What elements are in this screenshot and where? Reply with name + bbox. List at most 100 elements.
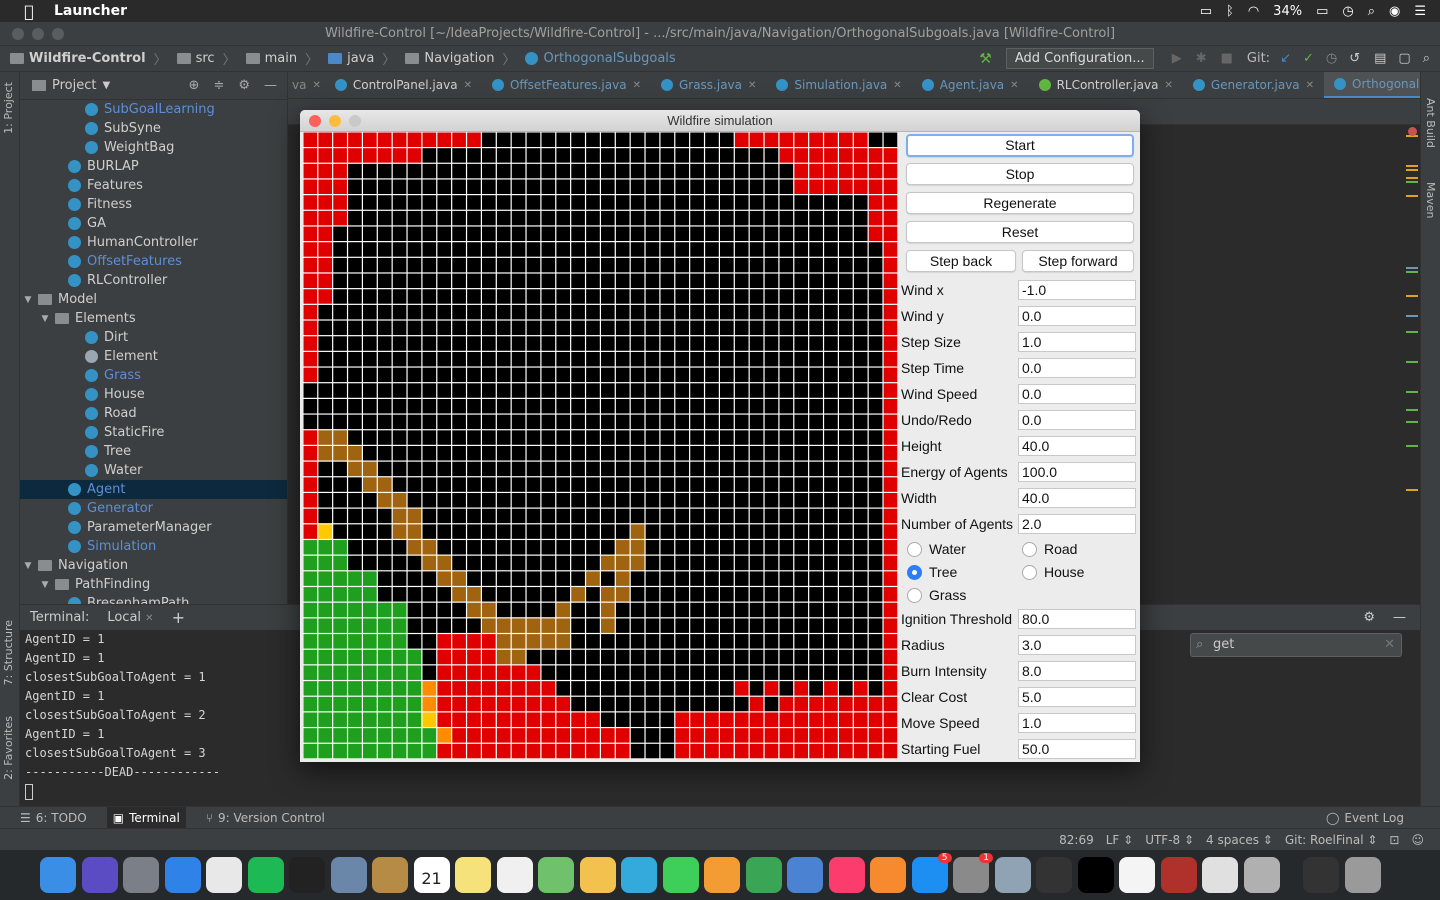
grid-cell[interactable] <box>868 461 883 477</box>
grid-cell[interactable] <box>868 728 883 743</box>
grid-cell[interactable] <box>541 179 556 195</box>
editor-tab[interactable]: Generator.java ✕ <box>1183 72 1324 98</box>
grid-cell[interactable] <box>482 712 496 727</box>
grid-cell[interactable] <box>690 508 704 524</box>
grid-cell[interactable] <box>318 210 333 226</box>
grid-cell[interactable] <box>407 524 422 539</box>
grid-cell[interactable] <box>764 540 779 555</box>
grid-cell[interactable] <box>734 587 749 602</box>
grid-cell[interactable] <box>839 696 853 712</box>
grid-cell[interactable] <box>586 414 600 430</box>
tree-item[interactable]: Features <box>20 176 287 195</box>
grid-cell[interactable] <box>675 226 690 242</box>
grid-cell[interactable] <box>720 242 734 257</box>
grid-cell[interactable] <box>571 430 585 445</box>
grid-cell[interactable] <box>422 195 437 210</box>
grid-cell[interactable] <box>675 336 690 351</box>
grid-cell[interactable] <box>467 587 481 602</box>
grid-cell[interactable] <box>720 665 734 680</box>
grid-cell[interactable] <box>586 367 600 383</box>
grid-cell[interactable] <box>645 351 660 367</box>
grid-cell[interactable] <box>452 681 466 696</box>
grid-cell[interactable] <box>392 508 407 524</box>
grid-cell[interactable] <box>883 681 898 696</box>
grid-cell[interactable] <box>675 571 690 586</box>
grid-cell[interactable] <box>571 163 585 179</box>
grid-cell[interactable] <box>734 477 749 492</box>
grid-cell[interactable] <box>645 493 660 508</box>
grid-cell[interactable] <box>392 414 407 430</box>
grid-cell[interactable] <box>452 696 466 712</box>
grid-cell[interactable] <box>556 743 571 759</box>
grid-cell[interactable] <box>749 618 764 633</box>
grid-cell[interactable] <box>467 398 481 414</box>
close-window-button[interactable] <box>309 115 321 127</box>
grid-cell[interactable] <box>645 743 660 759</box>
grid-cell[interactable] <box>392 524 407 539</box>
grid-cell[interactable] <box>615 696 630 712</box>
grid-cell[interactable] <box>407 634 422 649</box>
grid-cell[interactable] <box>571 524 585 539</box>
grid-cell[interactable] <box>467 242 481 257</box>
grid-cell[interactable] <box>853 681 868 696</box>
grid-cell[interactable] <box>467 304 481 320</box>
grid-cell[interactable] <box>660 195 675 210</box>
presentation-icon[interactable]: ▢ <box>1398 51 1410 66</box>
grid-cell[interactable] <box>422 681 437 696</box>
grid-cell[interactable] <box>348 351 362 367</box>
grid-cell[interactable] <box>734 508 749 524</box>
grid-cell[interactable] <box>645 602 660 618</box>
grid-cell[interactable] <box>660 414 675 430</box>
grid-cell[interactable] <box>705 524 719 539</box>
grid-cell[interactable] <box>526 696 541 712</box>
grid-cell[interactable] <box>437 602 452 618</box>
grid-cell[interactable] <box>734 665 749 680</box>
grid-cell[interactable] <box>467 634 481 649</box>
grid-cell[interactable] <box>556 132 571 147</box>
grid-cell[interactable] <box>303 540 318 555</box>
grid-cell[interactable] <box>824 508 838 524</box>
structure-tool-tab[interactable]: 7: Structure <box>2 620 15 685</box>
grid-cell[interactable] <box>526 602 541 618</box>
grid-cell[interactable] <box>868 696 883 712</box>
grid-cell[interactable] <box>377 336 392 351</box>
grid-cell[interactable] <box>868 273 883 289</box>
grid-cell[interactable] <box>794 210 809 226</box>
grid-cell[interactable] <box>377 728 392 743</box>
grid-cell[interactable] <box>422 430 437 445</box>
grid-cell[interactable] <box>720 132 734 147</box>
debug-icon[interactable]: ✱ <box>1196 51 1207 66</box>
grid-cell[interactable] <box>749 132 764 147</box>
grid-cell[interactable] <box>794 634 809 649</box>
grid-cell[interactable] <box>526 618 541 633</box>
grid-cell[interactable] <box>333 226 347 242</box>
dock-reminders-icon[interactable] <box>496 857 533 893</box>
grid-cell[interactable] <box>392 273 407 289</box>
grid-cell[interactable] <box>407 587 422 602</box>
grid-cell[interactable] <box>883 210 898 226</box>
grid-cell[interactable] <box>630 367 645 383</box>
grid-cell[interactable] <box>318 540 333 555</box>
grid-cell[interactable] <box>571 696 585 712</box>
grid-cell[interactable] <box>645 634 660 649</box>
stripe-mark[interactable] <box>1406 409 1418 411</box>
grid-cell[interactable] <box>660 132 675 147</box>
grid-cell[interactable] <box>556 336 571 351</box>
grid-cell[interactable] <box>437 383 452 398</box>
grid-cell[interactable] <box>407 163 422 179</box>
grid-cell[interactable] <box>526 195 541 210</box>
grid-cell[interactable] <box>675 618 690 633</box>
grid-cell[interactable] <box>363 493 377 508</box>
grid-cell[interactable] <box>601 524 615 539</box>
grid-cell[interactable] <box>541 540 556 555</box>
grid-cell[interactable] <box>824 383 838 398</box>
grid-cell[interactable] <box>571 681 585 696</box>
tree-item[interactable]: OffsetFeatures <box>20 252 287 271</box>
grid-cell[interactable] <box>764 446 779 461</box>
grid-cell[interactable] <box>333 273 347 289</box>
stripe-mark[interactable] <box>1406 331 1418 333</box>
grid-cell[interactable] <box>348 242 362 257</box>
grid-cell[interactable] <box>437 571 452 586</box>
grid-cell[interactable] <box>571 618 585 633</box>
grid-cell[interactable] <box>392 195 407 210</box>
